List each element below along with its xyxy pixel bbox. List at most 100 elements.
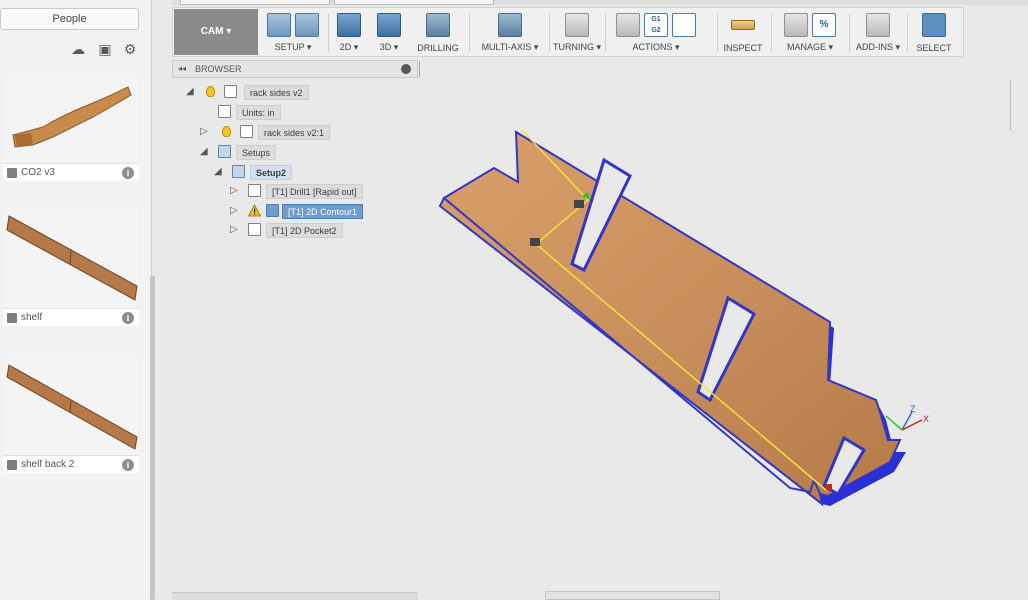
info-icon[interactable]: i: [122, 167, 134, 179]
file-thumbnail: [3, 75, 139, 163]
tree-node-operation[interactable]: ▷ [T1] 2D Pocket2: [230, 222, 370, 239]
document-tab-strip: [172, 0, 1028, 5]
z-axis-label: Z: [910, 404, 916, 414]
browser-header: ◂◂ BROWSER: [172, 60, 420, 78]
toolbar-divider: [328, 14, 329, 52]
turning-icon[interactable]: [565, 13, 589, 37]
setup-group[interactable]: SETUP ▾: [261, 9, 325, 55]
drill-operation-icon: [248, 184, 261, 197]
x-axis-label: X: [923, 414, 929, 424]
navigation-bar[interactable]: [545, 591, 720, 600]
document-tab[interactable]: [334, 0, 494, 5]
post-library-icon[interactable]: %: [812, 13, 836, 37]
rack-side-model[interactable]: Z X: [418, 60, 1028, 600]
cloud-upload-icon[interactable]: ☁: [70, 41, 86, 57]
gear-icon[interactable]: ⚙: [122, 41, 138, 57]
toolbar-divider: [717, 14, 718, 52]
view-cube[interactable]: [1010, 80, 1028, 130]
stock-folder-icon[interactable]: [295, 13, 319, 37]
file-card[interactable]: shelf i: [3, 208, 139, 326]
design-cube-icon: [7, 313, 17, 323]
browser-bottom-bar: [172, 592, 418, 600]
expand-triangle-icon[interactable]: ▷: [230, 203, 240, 218]
design-cube-icon: [7, 168, 17, 178]
close-icon[interactable]: [401, 64, 411, 74]
simulate-icon[interactable]: [616, 13, 640, 37]
toolbar-divider: [605, 14, 606, 52]
component-icon: [240, 125, 253, 138]
tool-library-icon[interactable]: [784, 13, 808, 37]
file-thumbnail: [3, 208, 139, 308]
file-name: shelf i: [3, 308, 139, 326]
units-doc-icon: [218, 105, 231, 118]
workspace-switcher[interactable]: CAM ▾: [174, 9, 258, 55]
drilling-group[interactable]: DRILLING: [413, 9, 463, 55]
document-tab[interactable]: [180, 0, 330, 5]
y-axis-line: [885, 415, 903, 431]
2d-group[interactable]: 2D ▾: [331, 9, 367, 55]
tree-node-operation[interactable]: ▷ [T1] Drill1 [Rapid out]: [230, 183, 370, 200]
multi-axis-icon[interactable]: [498, 13, 522, 37]
file-thumbnail: [3, 355, 139, 455]
scripts-addins-icon[interactable]: [866, 13, 890, 37]
3d-group[interactable]: 3D ▾: [371, 9, 407, 55]
info-icon[interactable]: i: [122, 312, 134, 324]
pocket-operation-icon: [248, 223, 261, 236]
collapse-browser-icon[interactable]: ◂◂: [178, 61, 186, 77]
toolbar-divider: [469, 14, 470, 52]
visibility-bulb-icon[interactable]: [206, 86, 215, 97]
toolbar-divider: [907, 14, 908, 52]
info-icon[interactable]: i: [122, 459, 134, 471]
multi-axis-group[interactable]: MULTI-AXIS ▾: [473, 9, 547, 55]
tree-node-units[interactable]: Units: in: [218, 104, 298, 121]
expand-triangle-icon[interactable]: ◢: [200, 144, 210, 159]
browser-title: BROWSER: [195, 64, 242, 74]
tree-node-setups[interactable]: ◢ Setups: [200, 144, 300, 161]
tree-node-component[interactable]: ▷ rack sides v2:1: [200, 124, 340, 141]
inspect-group[interactable]: INSPECT: [721, 9, 765, 55]
turning-group[interactable]: TURNING ▾: [551, 9, 603, 55]
file-name: CO2 v3 i: [3, 163, 139, 181]
setups-folder-icon: [218, 145, 231, 158]
2d-toolpath-icon[interactable]: [337, 13, 361, 37]
warning-icon: [248, 204, 261, 217]
add-ins-group[interactable]: ADD-INS ▾: [853, 9, 903, 55]
visibility-bulb-icon[interactable]: [222, 126, 231, 137]
file-name: shelf back 2 i: [3, 455, 139, 473]
end-marker: [826, 484, 832, 490]
tree-node-operation[interactable]: ▷ [T1] 2D Contour1: [230, 203, 380, 220]
clamp-marker: [530, 238, 540, 246]
data-panel: People ☁ ▣ ⚙ CO2 v3 i shelf i shelf back…: [0, 0, 155, 600]
setup-folder-icon: [232, 165, 245, 178]
setup-sheet-icon[interactable]: [672, 13, 696, 37]
toolbar-divider: [549, 14, 550, 52]
expand-triangle-icon[interactable]: ▷: [230, 222, 240, 237]
toolbar: CAM ▾ SETUP ▾ 2D ▾ 3D ▾ DRILLING MULTI-A…: [172, 7, 964, 57]
select-group[interactable]: SELECT: [911, 9, 957, 55]
drill-icon[interactable]: [426, 13, 450, 37]
measure-ruler-icon[interactable]: [731, 20, 755, 30]
file-card[interactable]: CO2 v3 i: [3, 75, 139, 181]
people-button[interactable]: People: [0, 8, 139, 30]
tree-node-document[interactable]: ◢ rack sides v2: [186, 84, 326, 101]
new-folder-icon[interactable]: ▣: [97, 41, 113, 57]
new-setup-icon[interactable]: [267, 13, 291, 37]
contour-operation-icon: [266, 204, 279, 217]
3d-toolpath-icon[interactable]: [377, 13, 401, 37]
expand-triangle-icon[interactable]: ▷: [200, 124, 210, 139]
file-card[interactable]: shelf back 2 i: [3, 355, 139, 473]
data-panel-scrollbar[interactable]: [150, 276, 155, 600]
canvas-viewport[interactable]: Z X: [418, 60, 1028, 600]
expand-triangle-icon[interactable]: ▷: [230, 183, 240, 198]
clamp-marker: [574, 200, 584, 208]
select-cursor-icon[interactable]: [922, 13, 946, 37]
document-icon: [224, 85, 237, 98]
wood-part-face: [438, 130, 902, 507]
post-process-icon[interactable]: G1 G2: [644, 13, 668, 37]
toolbar-divider: [771, 14, 772, 52]
tree-node-setup2[interactable]: ◢ Setup2: [214, 164, 314, 181]
expand-triangle-icon[interactable]: ◢: [186, 84, 196, 99]
manage-group[interactable]: % MANAGE ▾: [775, 9, 845, 55]
expand-triangle-icon[interactable]: ◢: [214, 164, 224, 179]
actions-group[interactable]: G1 G2 ACTIONS ▾: [609, 9, 703, 55]
